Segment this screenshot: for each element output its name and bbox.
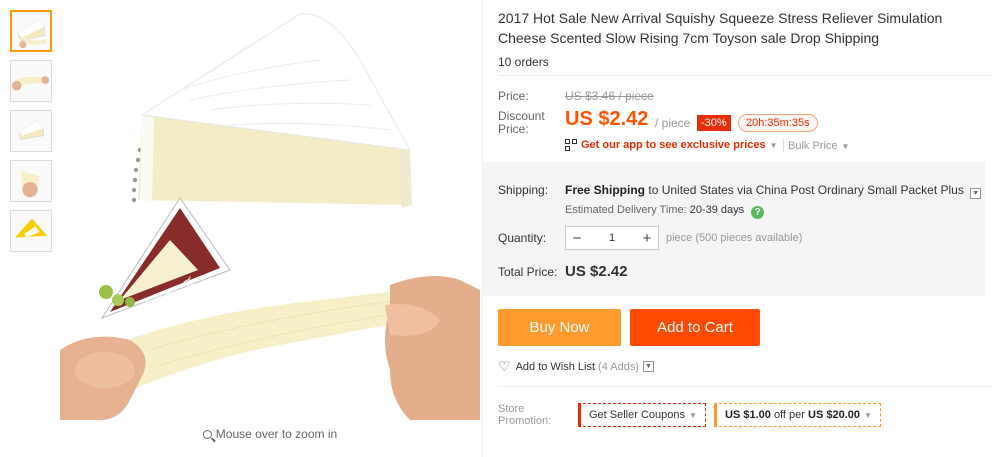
thumbnail-wedge-image [18, 120, 44, 140]
discount-badge: -30% [697, 115, 731, 131]
chevron-down-icon[interactable]: ▼ [643, 361, 655, 372]
bulk-price-link[interactable]: Bulk Price ▼ [788, 140, 849, 152]
thumbnail-list [10, 10, 52, 260]
product-title: 2017 Hot Sale New Arrival Squishy Squeez… [498, 10, 943, 46]
wishlist-count: (4 Adds) [598, 360, 640, 373]
quantity-label: Quantity: [498, 231, 547, 245]
countdown-timer: 20h:35m:35s [738, 114, 818, 132]
thumbnail-cheese-image [17, 18, 47, 49]
thumbnail-stretch-image [11, 76, 50, 91]
chevron-down-icon[interactable]: ▼ [970, 188, 982, 199]
app-promo-link[interactable]: Get our app to see exclusive prices ▼ [565, 139, 778, 151]
delivery-estimate: Estimated Delivery Time: 20-39 days ? [565, 204, 765, 219]
help-icon[interactable]: ? [751, 206, 765, 219]
original-price: US $3.46 / piece [565, 89, 654, 103]
total-price: US $2.42 [565, 263, 628, 280]
decrement-button[interactable]: − [566, 230, 588, 247]
thumbnail-1[interactable] [10, 10, 52, 52]
price-label: Price: [498, 89, 529, 103]
thumbnail-5[interactable] [10, 210, 52, 252]
quantity-input[interactable]: 1 [588, 232, 636, 244]
product-info: 2017 Hot Sale New Arrival Squishy Squeez… [482, 0, 993, 427]
divider [783, 139, 784, 152]
caret-down-icon: ▼ [769, 140, 778, 150]
thumbnail-2[interactable] [10, 60, 52, 102]
caret-down-icon: ▼ [841, 142, 850, 151]
buy-now-button[interactable]: Buy Now [498, 309, 621, 346]
current-price: US $2.42 [565, 108, 649, 130]
zoom-hint: Mouse over to zoom in [60, 427, 480, 441]
store-promotion-label: Store Promotion: [498, 403, 552, 427]
quantity-stepper: − 1 + [565, 226, 659, 250]
cheese-squishy-illustration: ナチュラルチーズ [60, 13, 480, 420]
main-product-image[interactable]: ナチュラルチーズ [60, 0, 480, 420]
wishlist-link[interactable]: ♡ Add to Wish List (4 Adds) ▼ [498, 358, 655, 375]
shipping-method[interactable]: Free Shipping to United States via China… [565, 183, 982, 199]
divider [498, 386, 993, 387]
shipping-label: Shipping: [498, 183, 549, 197]
order-count: 10 orders [498, 55, 549, 69]
caret-down-icon: ▼ [863, 411, 872, 420]
thumbnail-3[interactable] [10, 110, 52, 152]
heart-icon: ♡ [498, 358, 511, 374]
seller-coupons-button[interactable]: Get Seller Coupons ▼ [578, 403, 706, 427]
caret-down-icon: ▼ [689, 411, 697, 420]
shipping-destination: United States via China Post Ordinary Sm… [661, 183, 964, 197]
thumbnail-hand-image [20, 170, 40, 198]
qr-code-icon [565, 139, 577, 151]
divider [498, 75, 993, 76]
thumbnail-4[interactable] [10, 160, 52, 202]
price-unit: / piece [655, 116, 691, 130]
total-price-label: Total Price: [498, 265, 558, 279]
free-shipping-text: Free Shipping [565, 183, 646, 197]
store-deal-button[interactable]: US $1.00 off per US $20.00 ▼ [714, 403, 881, 427]
discount-price-label: Discount Price: [498, 109, 545, 136]
add-to-cart-button[interactable]: Add to Cart [630, 309, 760, 346]
availability-text: piece (500 pieces available) [666, 232, 803, 244]
delivery-days: 20-39 days [689, 204, 745, 216]
thumbnail-package-image [14, 218, 48, 238]
increment-button[interactable]: + [636, 230, 658, 247]
magnifier-icon [202, 430, 212, 439]
